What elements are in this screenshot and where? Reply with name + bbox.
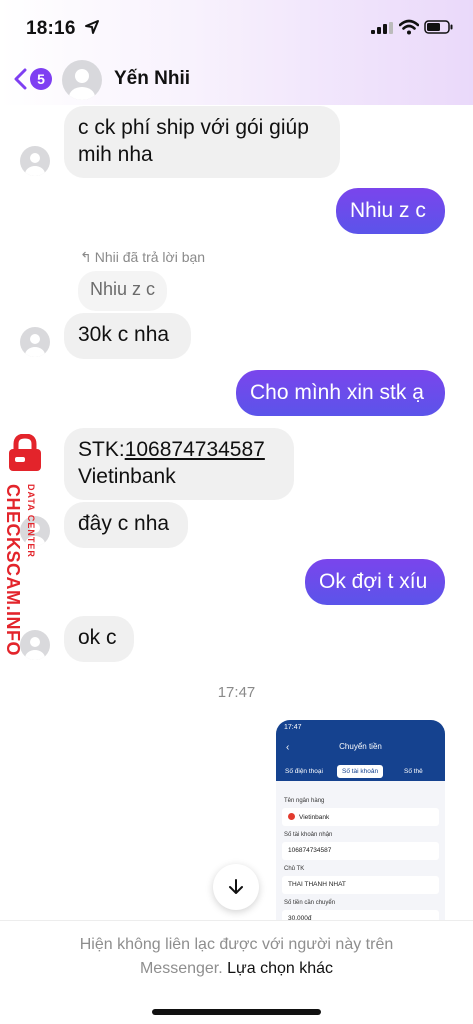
account-field: 106874734587 [282,842,439,860]
tab-account: Số tài khoản [337,765,384,778]
message-text: Vietinbank [78,465,176,488]
watermark-title: CHECKSCAM.INFO [3,484,23,656]
location-arrow-icon [85,20,99,34]
chevron-left-icon [14,68,27,90]
incoming-message[interactable]: đây c nha [64,502,188,548]
contact-avatar[interactable] [62,60,102,100]
contact-avatar [20,146,50,176]
chat-header: 5 Yến Nhii [0,55,473,103]
unread-count-badge: 5 [30,68,52,90]
notice-text: Messenger. [139,960,223,977]
unavailable-notice: Hiện không liên lạc được với người này t… [0,933,473,981]
arrow-down-icon [229,879,243,894]
home-indicator [152,1009,321,1015]
default-avatar-icon [25,334,45,357]
status-time: 18:16 [26,18,76,39]
battery-icon [424,20,453,34]
tab-card: Số thẻ [404,768,423,775]
message-text: c ck phí ship với gói giúp [78,116,309,139]
shared-image-time: 17:47 [284,724,302,731]
incoming-message[interactable]: c ck phí ship với gói giúp mih nha [64,106,340,178]
bank-value: Vietinbank [299,814,330,821]
incoming-message[interactable]: ok c [64,616,134,662]
other-options-link[interactable]: Lựa chọn khác [227,960,333,977]
bank-field: Vietinbank [282,808,439,826]
default-avatar-icon [69,69,95,100]
account-prefix: STK: [78,438,125,461]
outgoing-message[interactable]: Nhiu z c [336,188,445,234]
bank-logo-icon [288,813,295,820]
shared-image-title: Chuyển tiền [339,742,382,751]
back-button[interactable]: 5 [12,64,52,94]
contact-name[interactable]: Yến Nhii [114,68,190,90]
reply-arrow-icon: ↰ [80,249,92,265]
lock-logo-icon [9,434,41,471]
contact-avatar [20,327,50,357]
incoming-message[interactable]: STK:106874734587 Vietinbank [64,428,294,500]
notice-line-2: Messenger. Lựa chọn khác [0,957,473,981]
amount-field: 30,000đ [282,910,439,920]
outgoing-message[interactable]: Cho mình xin stk ạ [236,370,445,416]
wifi-icon [399,19,419,35]
watermark: CHECKSCAM.INFO DATA CENTER [2,434,50,664]
tab-phone: Số điện thoại [285,768,323,775]
reply-indicator: ↰ Nhii đã trả lời bạn [80,249,205,266]
default-avatar-icon [25,153,45,176]
account-label: Số tài khoản nhận [284,832,333,838]
signal-icon [371,22,393,34]
notice-line-1: Hiện không liên lạc được với người này t… [79,936,394,953]
bank-label: Tên ngân hàng [284,798,325,804]
holder-label: Chủ TK [284,866,305,872]
shared-image-tabs: Số điện thoại Số tài khoản Số thẻ [276,763,445,781]
status-bar: 18:16 [0,0,473,50]
message-text: mih nha [78,143,153,166]
replied-message-quote[interactable]: Nhiu z c [78,271,168,311]
shared-image[interactable]: 17:47 ‹ Chuyển tiền Số điện thoại Số tài… [276,720,445,920]
amount-label: Số tiền cần chuyển [284,900,336,906]
scroll-to-bottom-button[interactable] [213,864,259,910]
reply-note-text: Nhii đã trả lời bạn [94,249,206,265]
holder-field: THAI THANH NHAT [282,876,439,894]
message-timestamp: 17:47 [217,684,256,701]
incoming-message[interactable]: 30k c nha [64,313,191,359]
outgoing-message[interactable]: Ok đợi t xíu [305,559,445,605]
message-text: STK:106874734587 [78,436,280,463]
account-number-link[interactable]: 106874734587 [125,438,265,461]
watermark-subtitle: DATA CENTER [26,484,36,558]
